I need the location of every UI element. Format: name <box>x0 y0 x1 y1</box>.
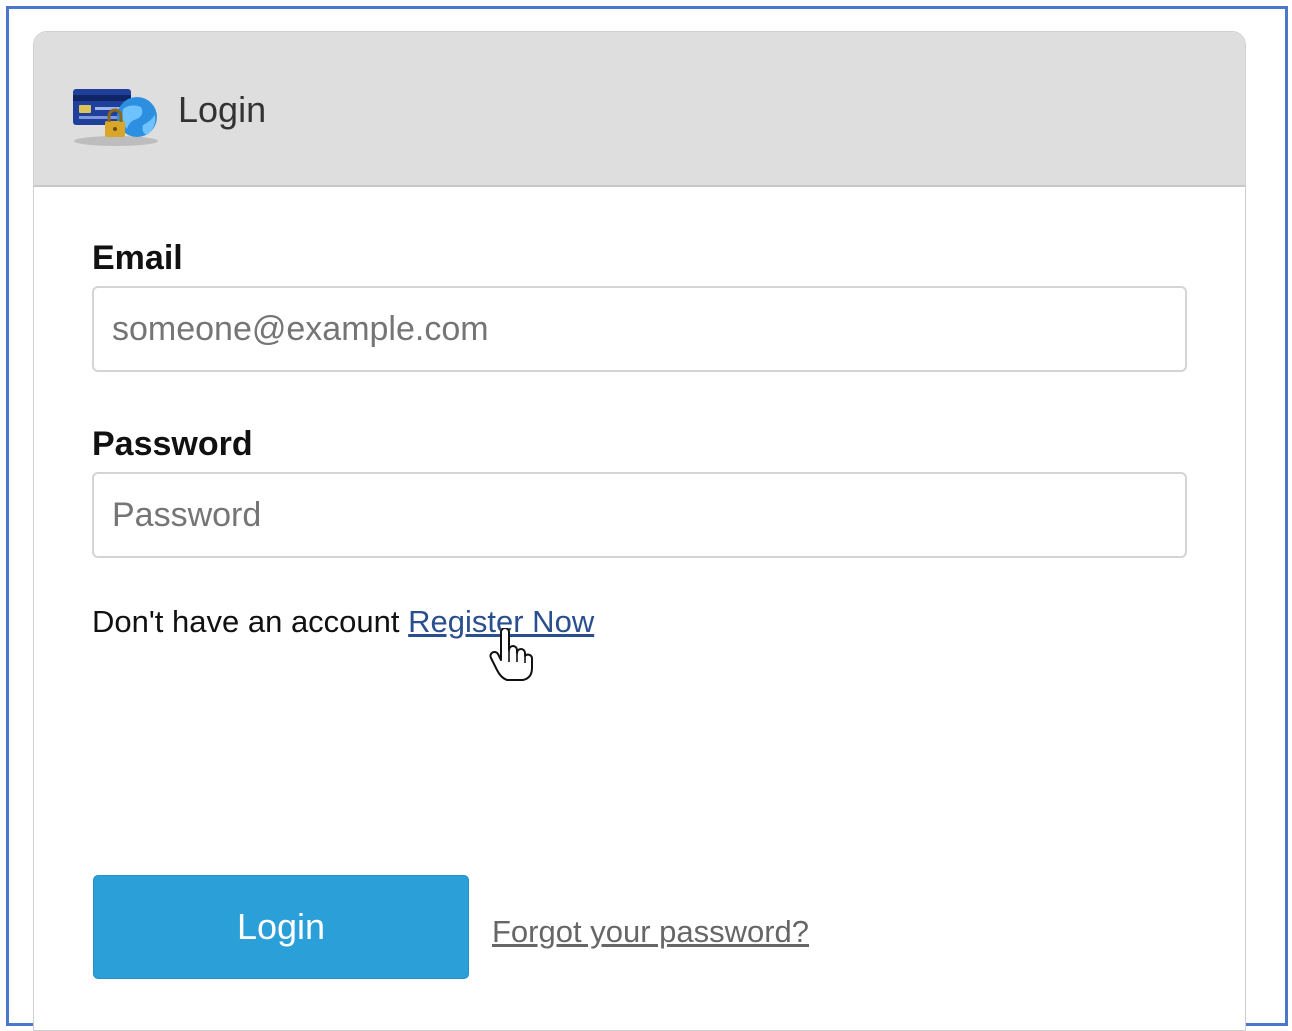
register-prompt-text: Don't have an account <box>92 604 409 639</box>
panel-title: Login <box>178 89 267 130</box>
password-input[interactable] <box>92 472 1187 558</box>
email-label: Email <box>92 239 183 277</box>
hand-pointer-cursor-icon <box>489 628 533 681</box>
password-label: Password <box>92 425 253 463</box>
panel-header: Login <box>34 32 1245 187</box>
login-panel: Login Email Password Don't have an accou… <box>33 31 1246 1031</box>
email-input[interactable] <box>92 286 1187 372</box>
credit-card-globe-lock-icon <box>73 89 158 146</box>
forgot-password-link[interactable]: Forgot your password? <box>492 912 809 952</box>
login-button[interactable]: Login <box>93 875 469 979</box>
